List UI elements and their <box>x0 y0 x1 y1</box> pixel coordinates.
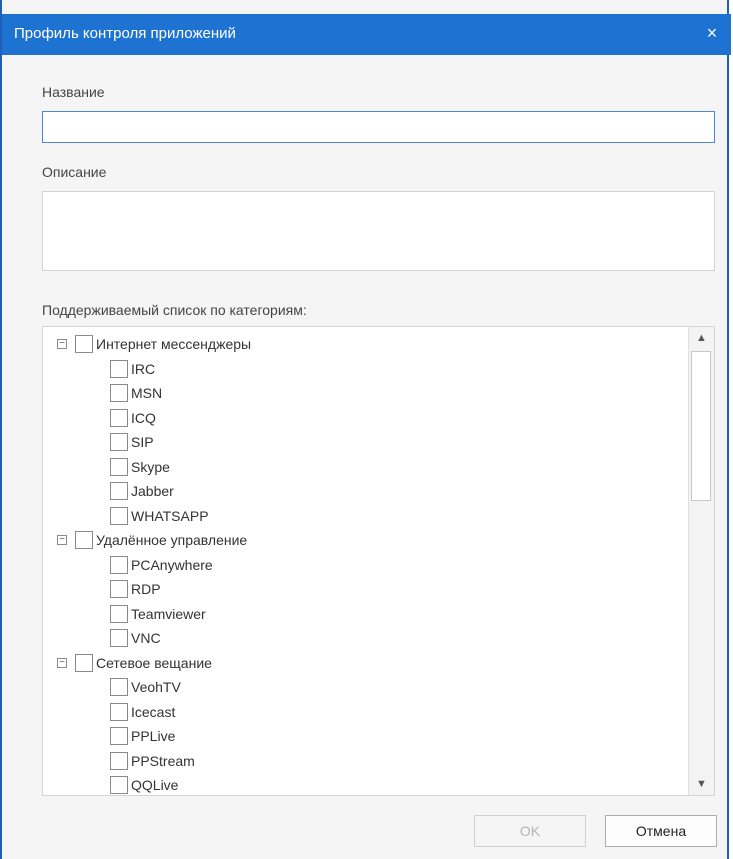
item-checkbox[interactable] <box>110 458 128 476</box>
scroll-down-icon[interactable]: ▼ <box>689 773 714 795</box>
item-checkbox[interactable] <box>110 433 128 451</box>
tree-item[interactable]: Icecast <box>110 701 175 723</box>
tree-item[interactable]: Jabber <box>110 480 174 502</box>
category-tree[interactable]: − Интернет мессенджеры IRC MSN ICQ SIP S… <box>42 326 715 796</box>
item-checkbox[interactable] <box>110 482 128 500</box>
item-label: IRC <box>131 361 156 377</box>
item-checkbox[interactable] <box>110 776 128 794</box>
collapse-icon[interactable]: − <box>57 535 67 545</box>
item-label: PCAnywhere <box>131 557 213 573</box>
tree-item[interactable]: IRC <box>110 358 155 380</box>
item-checkbox[interactable] <box>110 360 128 378</box>
item-label: PPLive <box>131 728 176 744</box>
item-label: WHATSAPP <box>131 508 209 524</box>
item-checkbox[interactable] <box>110 703 128 721</box>
tree-item[interactable]: QQLive <box>110 774 179 795</box>
item-checkbox[interactable] <box>110 580 128 598</box>
name-input[interactable] <box>42 111 715 143</box>
tree-item[interactable]: RDP <box>110 578 161 600</box>
item-checkbox[interactable] <box>110 556 128 574</box>
item-label: VNC <box>131 630 161 646</box>
name-label: Название <box>42 84 105 100</box>
item-checkbox[interactable] <box>110 507 128 525</box>
category-checkbox[interactable] <box>75 531 93 549</box>
tree-item[interactable]: PPLive <box>110 725 175 747</box>
tree-item[interactable]: PPStream <box>110 750 195 772</box>
category-list-label: Поддерживаемый список по категориям: <box>42 302 307 318</box>
item-label: Jabber <box>131 483 174 499</box>
category-label: Интернет мессенджеры <box>96 336 252 352</box>
tree-item[interactable]: VNC <box>110 627 161 649</box>
item-checkbox[interactable] <box>110 678 128 696</box>
item-label: MSN <box>131 385 163 401</box>
item-label: Icecast <box>131 704 176 720</box>
scroll-up-icon[interactable]: ▲ <box>689 327 714 349</box>
title-bar[interactable]: Профиль контроля приложений × <box>2 14 731 55</box>
item-label: QQLive <box>131 777 179 793</box>
item-checkbox[interactable] <box>110 605 128 623</box>
item-label: Teamviewer <box>131 606 206 622</box>
tree-item[interactable]: VeohTV <box>110 676 181 698</box>
tree-item[interactable]: MSN <box>110 382 162 404</box>
close-icon[interactable]: × <box>701 22 723 44</box>
category-checkbox[interactable] <box>75 654 93 672</box>
category-label: Удалённое управление <box>96 532 248 548</box>
category-checkbox[interactable] <box>75 335 93 353</box>
vertical-scrollbar[interactable]: ▲ ▼ <box>688 327 714 795</box>
tree-item[interactable]: ICQ <box>110 407 156 429</box>
item-label: RDP <box>131 581 161 597</box>
tree-item[interactable]: SIP <box>110 431 154 453</box>
item-label: ICQ <box>131 410 156 426</box>
window-title: Профиль контроля приложений <box>14 25 236 42</box>
item-checkbox[interactable] <box>110 727 128 745</box>
tree-item[interactable]: Teamviewer <box>110 603 206 625</box>
scrollbar-thumb[interactable] <box>691 351 711 501</box>
item-checkbox[interactable] <box>110 752 128 770</box>
item-checkbox[interactable] <box>110 409 128 427</box>
tree-item[interactable]: Skype <box>110 456 170 478</box>
item-checkbox[interactable] <box>110 629 128 647</box>
tree-category-messengers[interactable]: − Интернет мессенджеры <box>57 333 251 355</box>
tree-item[interactable]: WHATSAPP <box>110 505 209 527</box>
app-control-profile-dialog: Профиль контроля приложений × Название О… <box>0 0 731 859</box>
tree-category-streaming[interactable]: − Сетевое вещание <box>57 652 212 674</box>
item-label: Skype <box>131 459 170 475</box>
description-input[interactable] <box>42 191 715 271</box>
collapse-icon[interactable]: − <box>57 658 67 668</box>
description-label: Описание <box>42 164 107 180</box>
category-label: Сетевое вещание <box>96 655 212 671</box>
cancel-button[interactable]: Отмена <box>605 815 717 847</box>
collapse-icon[interactable]: − <box>57 339 67 349</box>
item-label: VeohTV <box>131 679 181 695</box>
item-label: SIP <box>131 434 154 450</box>
ok-button[interactable]: OK <box>474 815 586 847</box>
tree-category-remote-control[interactable]: − Удалённое управление <box>57 529 247 551</box>
item-label: PPStream <box>131 753 195 769</box>
tree-item[interactable]: PCAnywhere <box>110 554 213 576</box>
item-checkbox[interactable] <box>110 384 128 402</box>
